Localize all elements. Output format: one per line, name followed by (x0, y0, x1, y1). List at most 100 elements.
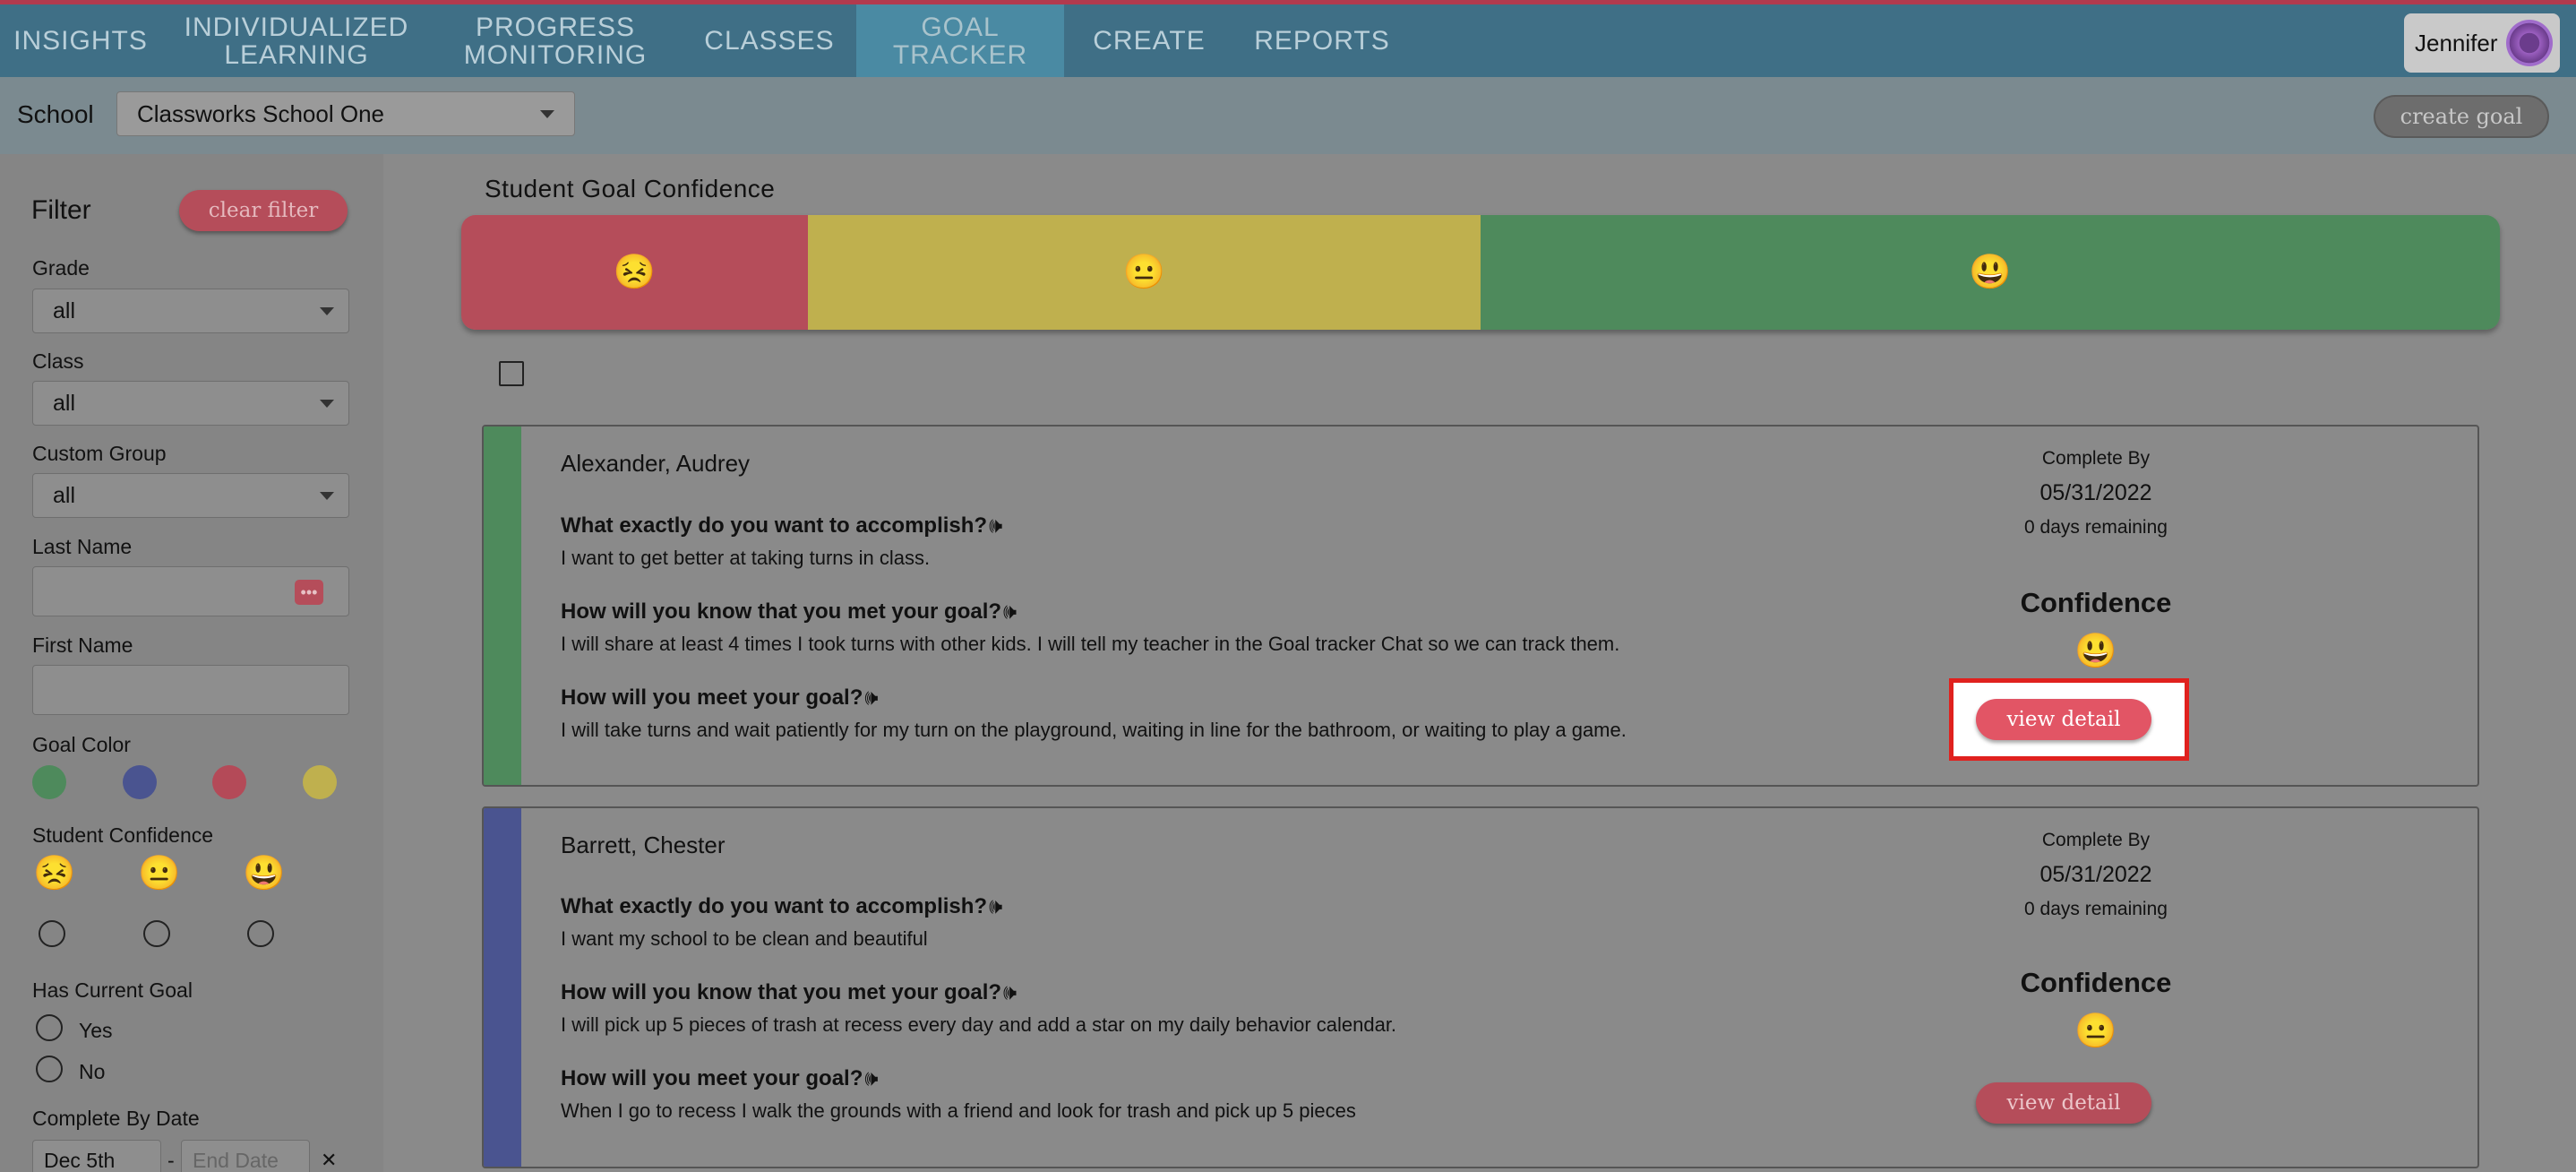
days-remaining: 0 days remaining (2024, 517, 2168, 538)
nav-classes[interactable]: CLASSES (699, 4, 840, 77)
goal-color-stripe (484, 427, 521, 785)
custom-group-select[interactable]: all (32, 473, 349, 518)
chevron-down-icon (320, 492, 334, 500)
nav-insights[interactable]: INSIGHTS (9, 4, 152, 77)
confidence-label: Confidence (2020, 587, 2172, 618)
question-how-meet: How will you meet your goal?🕪 (561, 685, 879, 711)
filter-title: Filter (31, 195, 91, 225)
speaker-icon[interactable]: 🕪 (989, 513, 1002, 538)
grade-select[interactable]: all (32, 289, 349, 333)
confidence-medium-radio[interactable] (143, 920, 170, 947)
speaker-icon[interactable]: 🕪 (864, 685, 878, 710)
chevron-down-icon (320, 307, 334, 315)
speaker-icon[interactable]: 🕪 (1003, 980, 1017, 1004)
class-select-value: all (53, 390, 76, 416)
question-text: How will you meet your goal? (561, 1066, 863, 1090)
answer-how-meet: When I go to recess I walk the grounds w… (561, 1099, 1356, 1122)
due-date: 05/31/2022 (2039, 862, 2152, 887)
start-date-input[interactable]: Dec 5th (32, 1140, 161, 1172)
goal-color-red[interactable] (212, 765, 246, 799)
view-detail-button[interactable]: view detail (1976, 1082, 2151, 1124)
goal-card: Barrett, Chester What exactly do you wan… (482, 806, 2479, 1168)
confidence-high-icon: 😃 (243, 855, 286, 892)
nav-progress-monitoring[interactable]: PROGRESS MONITORING (448, 4, 663, 77)
confidence-low-icon: 😣 (613, 254, 657, 291)
confidence-low-radio[interactable] (39, 920, 65, 947)
confidence-high-radio[interactable] (247, 920, 274, 947)
confidence-label: Confidence (2020, 967, 2172, 998)
chevron-down-icon (320, 400, 334, 408)
complete-by-label: Complete By (2041, 830, 2151, 850)
has-goal-yes-radio[interactable] (36, 1014, 63, 1041)
page-title: Student Goal Confidence (485, 175, 776, 203)
answer-accomplish: I want my school to be clean and beautif… (561, 927, 928, 950)
has-goal-yes-label: Yes (79, 1019, 113, 1042)
grade-label: Grade (32, 256, 90, 280)
student-name: Alexander, Audrey (561, 450, 751, 477)
goal-color-blue[interactable] (123, 765, 157, 799)
question-text: How will you know that you met your goal… (561, 980, 1002, 1004)
student-name: Barrett, Chester (561, 832, 726, 858)
days-remaining: 0 days remaining (2024, 899, 2168, 919)
last-name-input[interactable]: ••• (32, 566, 349, 616)
school-select-value: Classworks School One (137, 99, 384, 127)
first-name-input[interactable] (32, 665, 349, 715)
date-separator: - (167, 1149, 175, 1172)
top-navigation: INSIGHTS INDIVIDUALIZED LEARNING PROGRES… (0, 0, 2576, 77)
school-bar: School Classworks School One create goal (0, 77, 2576, 154)
clear-filter-button[interactable]: clear filter (179, 190, 348, 231)
has-goal-no-label: No (79, 1060, 106, 1083)
confidence-high-icon: 😃 (2074, 633, 2117, 670)
complete-by-label: Complete By (2041, 448, 2151, 469)
nav-reports[interactable]: REPORTS (1249, 4, 1395, 77)
start-date-value: Dec 5th (44, 1148, 116, 1172)
speaker-icon[interactable]: 🕪 (864, 1066, 878, 1090)
nav-create[interactable]: CREATE (1084, 4, 1215, 77)
answer-know-met: I will share at least 4 times I took tur… (561, 633, 1620, 655)
grade-select-value: all (53, 297, 76, 323)
speaker-icon[interactable]: 🕪 (989, 894, 1002, 918)
question-text: What exactly do you want to accomplish? (561, 513, 988, 538)
last-name-label: Last Name (32, 535, 133, 558)
avatar (2506, 20, 2553, 66)
speaker-icon[interactable]: 🕪 (1003, 599, 1017, 624)
nav-goal-tracker[interactable]: GOAL TRACKER (856, 4, 1064, 77)
school-label: School (17, 100, 94, 128)
create-goal-button[interactable]: create goal (2374, 95, 2549, 138)
goal-color-yellow[interactable] (303, 765, 337, 799)
filter-sidebar: Filter clear filter Grade all Class all … (0, 154, 383, 1172)
question-text: What exactly do you want to accomplish? (561, 894, 988, 918)
class-label: Class (32, 349, 84, 373)
goal-due-info: Complete By 05/31/2022 0 days remaining … (1917, 448, 2275, 671)
complete-by-date-label: Complete By Date (32, 1107, 200, 1130)
confidence-segment-medium[interactable]: 😐 (808, 215, 1481, 330)
has-goal-no-radio[interactable] (36, 1056, 63, 1082)
confidence-segment-low[interactable]: 😣 (461, 215, 808, 330)
view-detail-button[interactable]: view detail (1976, 699, 2151, 740)
confidence-low-icon: 😣 (33, 855, 76, 892)
end-date-placeholder: End Date (193, 1148, 279, 1172)
clear-date-icon[interactable]: ✕ (321, 1149, 337, 1172)
end-date-input[interactable]: End Date (181, 1140, 310, 1172)
class-select[interactable]: all (32, 381, 349, 426)
confidence-medium-icon: 😐 (138, 855, 181, 892)
answer-accomplish: I want to get better at taking turns in … (561, 547, 931, 569)
question-accomplish: What exactly do you want to accomplish?🕪 (561, 513, 1002, 539)
nav-individualized-learning[interactable]: INDIVIDUALIZED LEARNING (179, 4, 414, 77)
question-how-meet: How will you meet your goal?🕪 (561, 1066, 879, 1091)
chevron-down-icon (540, 110, 554, 118)
school-select[interactable]: Classworks School One (116, 91, 575, 136)
answer-how-meet: I will take turns and wait patiently for… (561, 719, 1627, 741)
goal-color-label: Goal Color (32, 733, 131, 756)
user-menu[interactable]: Jennifer (2404, 13, 2560, 73)
more-options-icon[interactable]: ••• (295, 580, 323, 605)
confidence-medium-icon: 😐 (1122, 254, 1166, 291)
has-current-goal-label: Has Current Goal (32, 978, 193, 1002)
confidence-segment-high[interactable]: 😃 (1481, 215, 2500, 330)
due-date: 05/31/2022 (2039, 480, 2152, 505)
goal-due-info: Complete By 05/31/2022 0 days remaining … (1917, 830, 2275, 1051)
question-know-met: How will you know that you met your goal… (561, 980, 1017, 1005)
select-all-checkbox[interactable] (499, 361, 524, 386)
goal-color-green[interactable] (32, 765, 66, 799)
question-text: How will you know that you met your goal… (561, 599, 1002, 624)
